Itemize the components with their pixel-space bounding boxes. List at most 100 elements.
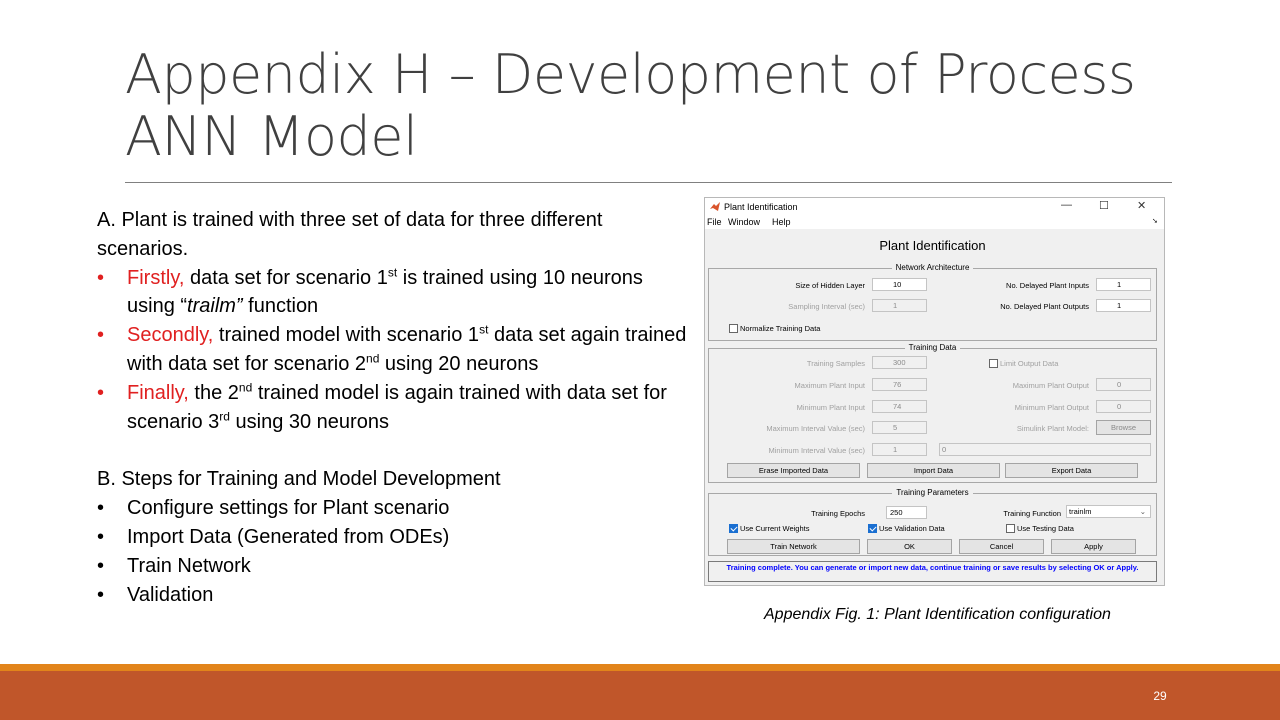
checkbox-label: Use Current Weights (740, 524, 810, 533)
ordinal-suffix: nd (366, 351, 380, 366)
bullet-text: the 2 (188, 381, 239, 404)
export-data-button[interactable]: Export Data (1005, 463, 1138, 478)
matlab-app-icon (710, 202, 720, 211)
use-current-weights-checkbox[interactable]: Use Current Weights (729, 524, 809, 533)
bullet-lead: Finally, (127, 381, 189, 404)
min-plant-output-label: Minimum Plant Output (1014, 403, 1089, 412)
window-heading: Plant Identification (879, 238, 986, 253)
bullet-dot: • (97, 266, 105, 289)
step-text: Import Data (Generated from ODEs) (127, 525, 450, 548)
bullet-dot: • (97, 324, 105, 347)
max-plant-input-label: Maximum Plant Input (794, 381, 865, 390)
status-message: Training complete. You can generate or i… (708, 561, 1157, 582)
use-testing-data-checkbox[interactable]: Use Testing Data (1006, 524, 1074, 533)
menu-file[interactable]: File (707, 217, 722, 227)
training-epochs-input[interactable]: 250 (886, 506, 927, 519)
section-b-heading: B. Steps for Training and Model Developm… (97, 468, 501, 491)
ordinal-suffix: rd (219, 408, 230, 423)
normalize-checkbox[interactable]: Normalize Training Data (729, 324, 820, 333)
maximize-icon[interactable]: ☐ (1099, 199, 1109, 212)
group-label: Training Parameters (892, 488, 973, 497)
min-plant-input-label: Minimum Plant Input (796, 403, 865, 412)
min-plant-output-field: 0 (1096, 400, 1151, 413)
slide-title: Appendix H – Development of Process ANN … (125, 44, 1175, 168)
checkbox-box[interactable] (729, 324, 738, 333)
bullet-dot: • (97, 497, 105, 520)
menu-window[interactable]: Window (728, 217, 760, 227)
list-item: • Import Data (Generated from ODEs) (97, 523, 687, 552)
slide-title-line-2: ANN Model (125, 105, 418, 168)
training-samples-input: 300 (872, 356, 927, 369)
minimize-icon[interactable]: — (1061, 199, 1072, 211)
page-number: 29 (1153, 689, 1167, 703)
bullet-dot: • (97, 525, 105, 548)
checkbox-box[interactable] (868, 524, 877, 533)
limit-output-checkbox[interactable]: Limit Output Data (989, 359, 1058, 368)
simulink-path-field: 0 (939, 443, 1151, 456)
checkbox-box[interactable] (729, 524, 738, 533)
checkbox-label: Use Testing Data (1017, 524, 1074, 533)
dock-arrow-icon[interactable]: ➘ (1152, 217, 1158, 225)
import-data-button[interactable]: Import Data (867, 463, 1000, 478)
use-validation-data-checkbox[interactable]: Use Validation Data (868, 524, 945, 533)
slide-title-line-1: Appendix H – Development of Process (125, 43, 1136, 106)
section-a-intro: A. Plant is trained with three set of da… (97, 209, 603, 260)
bullet-dot: • (97, 554, 105, 577)
list-item: • Configure settings for Plant scenario (97, 494, 687, 523)
title-divider (125, 182, 1172, 183)
ordinal-suffix: nd (238, 380, 253, 395)
group-label: Training Data (904, 343, 961, 352)
max-plant-output-label: Maximum Plant Output (1012, 381, 1089, 390)
max-plant-input-field: 76 (872, 378, 927, 391)
erase-imported-data-button[interactable]: Erase Imported Data (727, 463, 860, 478)
footer-band (0, 671, 1280, 720)
window-titlebar: Plant Identification — ☐ ✕ (705, 198, 1164, 215)
figure-caption: Appendix Fig. 1: Plant Identification co… (764, 606, 1111, 623)
browse-button: Browse (1096, 420, 1151, 435)
checkbox-box[interactable] (989, 359, 998, 368)
list-item: • Validation (97, 581, 687, 610)
list-item: • Finally, the 2nd trained model is agai… (97, 379, 687, 437)
training-function-value: trainlm (1069, 507, 1092, 516)
chevron-down-icon: ⌄ (1139, 507, 1146, 516)
window-title: Plant Identification (724, 202, 798, 212)
max-interval-field: 5 (872, 421, 927, 434)
bullet-text: using 30 neurons (229, 410, 389, 433)
function-name: trailm” (187, 295, 243, 318)
apply-button[interactable]: Apply (1051, 539, 1136, 554)
list-item: • Secondly, trained model with scenario … (97, 321, 687, 379)
ok-button[interactable]: OK (867, 539, 952, 554)
training-function-label: Training Function (1003, 509, 1061, 518)
group-label: Network Architecture (891, 263, 974, 272)
sampling-interval-label: Sampling Interval (sec) (788, 302, 865, 311)
min-interval-label: Minimum Interval Value (sec) (768, 446, 865, 455)
ordinal-suffix: st (479, 322, 489, 337)
sampling-interval-input: 1 (872, 299, 927, 312)
max-interval-label: Maximum Interval Value (sec) (766, 424, 865, 433)
training-samples-label: Training Samples (806, 359, 865, 368)
checkbox-label: Limit Output Data (1000, 359, 1059, 368)
slide-body: A. Plant is trained with three set of da… (97, 206, 687, 609)
training-function-select[interactable]: trainlm ⌄ (1066, 505, 1151, 518)
max-plant-output-field: 0 (1096, 378, 1151, 391)
close-icon[interactable]: ✕ (1137, 199, 1146, 212)
list-item: • Firstly, data set for scenario 1st is … (97, 264, 687, 322)
hidden-layer-input[interactable]: 10 (872, 278, 927, 291)
delayed-outputs-input[interactable]: 1 (1096, 299, 1151, 312)
delayed-inputs-input[interactable]: 1 (1096, 278, 1151, 291)
bullet-text: using 20 neurons (379, 352, 539, 375)
bullet-dot: • (97, 583, 105, 606)
plant-identification-window: Plant Identification — ☐ ✕ File Window H… (704, 197, 1165, 586)
train-network-button[interactable]: Train Network (727, 539, 860, 554)
menu-bar: File Window Help ➘ (705, 215, 1164, 229)
checkbox-box[interactable] (1006, 524, 1015, 533)
bullet-dot: • (97, 381, 105, 404)
cancel-button[interactable]: Cancel (959, 539, 1044, 554)
step-text: Validation (127, 583, 214, 606)
bullet-text: data set for scenario 1 (184, 266, 388, 289)
delayed-outputs-label: No. Delayed Plant Outputs (1000, 302, 1089, 311)
min-interval-field: 1 (872, 443, 927, 456)
menu-help[interactable]: Help (772, 217, 791, 227)
training-epochs-label: Training Epochs (811, 509, 865, 518)
